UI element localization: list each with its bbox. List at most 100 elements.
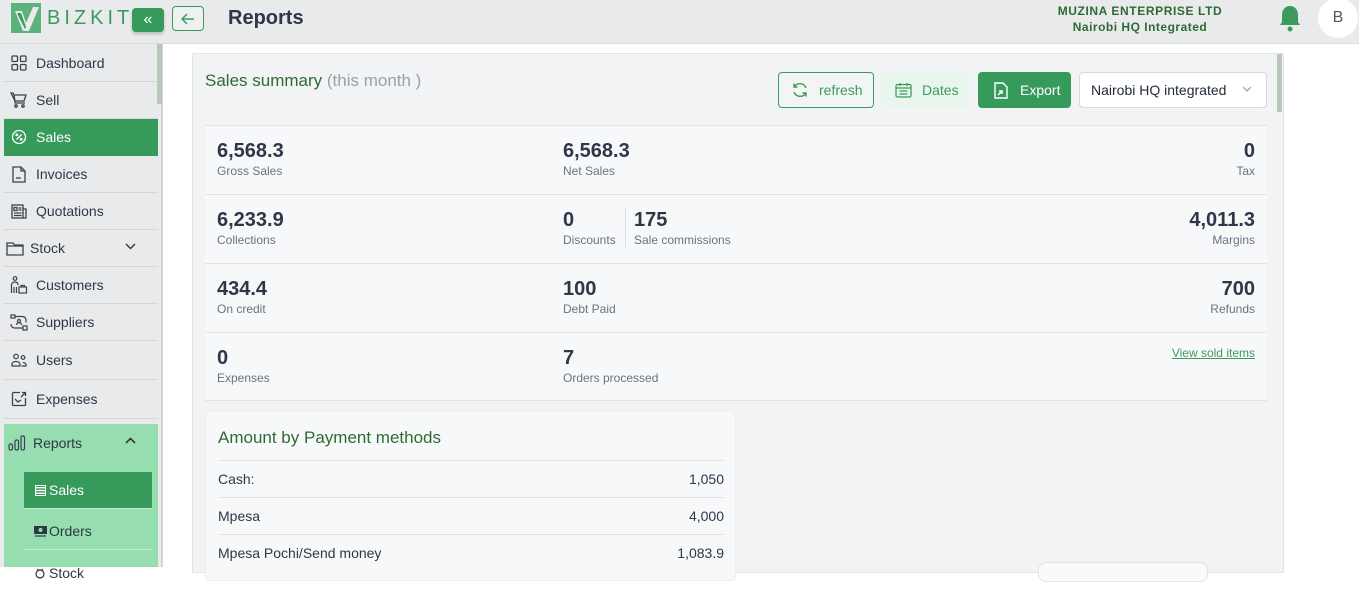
sidebar-item-quotations[interactable]: Quotations — [4, 193, 158, 230]
stat-label: On credit — [217, 302, 266, 316]
page-title: Reports — [228, 7, 304, 29]
company-info: MUZINA ENTERPRISE LTD Nairobi HQ Integra… — [1040, 3, 1240, 35]
sales-summary-card: Sales summary (this month ) refresh Date… — [192, 53, 1284, 582]
branch-select-value: Nairobi HQ integrated — [1091, 82, 1227, 98]
sidebar: Dashboard Sell Sales Invoices Quotations… — [0, 44, 163, 581]
reports-sub-item-orders[interactable]: Orders — [24, 513, 152, 550]
logo-mark-icon — [11, 3, 41, 33]
refresh-button[interactable]: refresh — [778, 72, 874, 108]
chevron-up-icon[interactable] — [125, 437, 136, 444]
cart-icon — [9, 90, 29, 110]
calendar-icon — [894, 81, 912, 99]
payment-method-name: Mpesa — [218, 508, 261, 524]
dates-label: Dates — [922, 82, 959, 98]
sub-item-label: Orders — [49, 523, 92, 539]
branch-name: Nairobi HQ Integrated — [1072, 20, 1208, 34]
sidebar-item-sell[interactable]: Sell — [4, 82, 158, 119]
payment-method-row: Mpesa 4,000 — [218, 497, 724, 534]
stats-grid: 6,568.3 Gross Sales 6,568.3 Net Sales 0 … — [205, 125, 1267, 401]
expense-icon — [9, 389, 29, 409]
sub-item-label: Sales — [49, 482, 85, 498]
card-scrollbar[interactable] — [1277, 54, 1282, 112]
stat-label: Expenses — [217, 371, 270, 385]
stat-label: Refunds — [1210, 302, 1255, 316]
stats-row: 434.4 On credit 100 Debt Paid 700 Refund… — [205, 263, 1267, 332]
stat-orders-processed: 7 Orders processed — [563, 347, 658, 385]
chevrons-left-icon: « — [143, 11, 153, 28]
stat-label: Collections — [217, 233, 276, 247]
stat-value: 7 — [563, 347, 575, 369]
stats-row: 0 Expenses 7 Orders processed View sold … — [205, 332, 1267, 401]
newspaper-icon — [9, 201, 29, 221]
summary-title: Sales summary (this month ) — [205, 71, 421, 91]
stat-tax: 0 Tax — [1236, 140, 1255, 178]
payment-methods-card: Amount by Payment methods Cash: 1,050 Mp… — [205, 411, 736, 581]
view-sold-items-link[interactable]: View sold items — [1172, 346, 1255, 360]
sidebar-item-label: Expenses — [36, 391, 98, 407]
stats-row: 6,568.3 Gross Sales 6,568.3 Net Sales 0 … — [205, 125, 1267, 194]
sidebar-item-customers[interactable]: Customers — [4, 267, 158, 304]
user-avatar[interactable]: B — [1318, 0, 1358, 38]
folder-icon — [5, 238, 25, 258]
stat-expenses: 0 Expenses — [217, 347, 270, 385]
collapse-sidebar-button[interactable]: « — [132, 8, 164, 32]
stat-value: 0 — [217, 347, 229, 369]
sidebar-item-label: Dashboard — [36, 55, 105, 71]
stat-net-sales: 6,568.3 Net Sales — [563, 140, 630, 178]
payment-method-name: Mpesa Pochi/Send money — [218, 545, 382, 561]
reports-sub-item-sales[interactable]: Sales — [24, 472, 152, 509]
stat-label: Debt Paid — [563, 302, 616, 316]
top-bar: BIZKIT « Reports MUZINA ENTERPRISE LTD N… — [0, 0, 1359, 44]
sidebar-item-dashboard[interactable]: Dashboard — [4, 45, 158, 82]
payment-method-row: Cash: 1,050 — [218, 460, 724, 497]
brand-logo[interactable]: BIZKIT — [11, 3, 133, 33]
stat-label: Discounts — [563, 233, 616, 247]
sidebar-item-label: Invoices — [36, 166, 88, 182]
sidebar-item-users[interactable]: Users — [4, 341, 158, 380]
sidebar-item-label: Customers — [36, 277, 104, 293]
stat-gross-sales: 6,568.3 Gross Sales — [217, 140, 284, 178]
summary-period: (this month ) — [326, 71, 422, 90]
stat-debt-paid: 100 Debt Paid — [563, 278, 616, 316]
stat-value: 4,011.3 — [1189, 209, 1255, 231]
supplier-icon — [9, 312, 29, 332]
stat-divider — [625, 207, 626, 247]
reports-sub-item-stock[interactable]: Stock — [24, 554, 152, 591]
sidebar-item-label: Users — [36, 352, 73, 368]
reports-group: Reports Sales Orders Stock — [4, 424, 158, 581]
sidebar-item-invoices[interactable]: Invoices — [4, 156, 158, 193]
refresh-label: refresh — [819, 82, 863, 98]
sidebar-item-reports[interactable]: Reports — [4, 424, 158, 461]
grid-icon — [9, 53, 29, 73]
users-icon — [9, 350, 29, 370]
list-icon — [33, 483, 47, 497]
dates-button[interactable]: Dates — [882, 72, 970, 108]
chevron-down-icon[interactable] — [125, 243, 136, 250]
sidebar-item-label: Reports — [33, 434, 83, 451]
bell-icon[interactable] — [1278, 4, 1302, 32]
secondary-panel-edge — [1038, 562, 1208, 582]
sidebar-item-sales[interactable]: Sales — [4, 119, 158, 156]
stat-value: 100 — [563, 278, 597, 300]
back-button[interactable] — [172, 6, 204, 31]
sidebar-item-label: Stock — [30, 240, 66, 256]
stat-value: 6,568.3 — [217, 140, 284, 162]
stat-label: Gross Sales — [217, 164, 283, 178]
sidebar-item-expenses[interactable]: Expenses — [4, 380, 158, 419]
stat-value: 175 — [634, 209, 668, 231]
stat-value: 434.4 — [217, 278, 268, 300]
sidebar-item-label: Quotations — [36, 203, 104, 219]
chevron-down-icon — [1242, 86, 1252, 92]
payment-methods-title: Amount by Payment methods — [218, 428, 442, 447]
sidebar-item-stock[interactable]: Stock — [4, 230, 158, 267]
sidebar-item-suppliers[interactable]: Suppliers — [4, 304, 158, 341]
branch-select[interactable]: Nairobi HQ integrated — [1079, 72, 1267, 108]
stat-value: 700 — [1221, 278, 1255, 300]
stat-label: Orders processed — [563, 371, 659, 385]
export-button[interactable]: Export — [978, 72, 1071, 108]
brand-name: BIZKIT — [47, 6, 134, 29]
summary-title-text: Sales summary — [205, 71, 323, 90]
stat-value: 0 — [563, 209, 575, 231]
sidebar-item-label: Sell — [36, 92, 60, 108]
stat-value: 0 — [1243, 140, 1255, 162]
